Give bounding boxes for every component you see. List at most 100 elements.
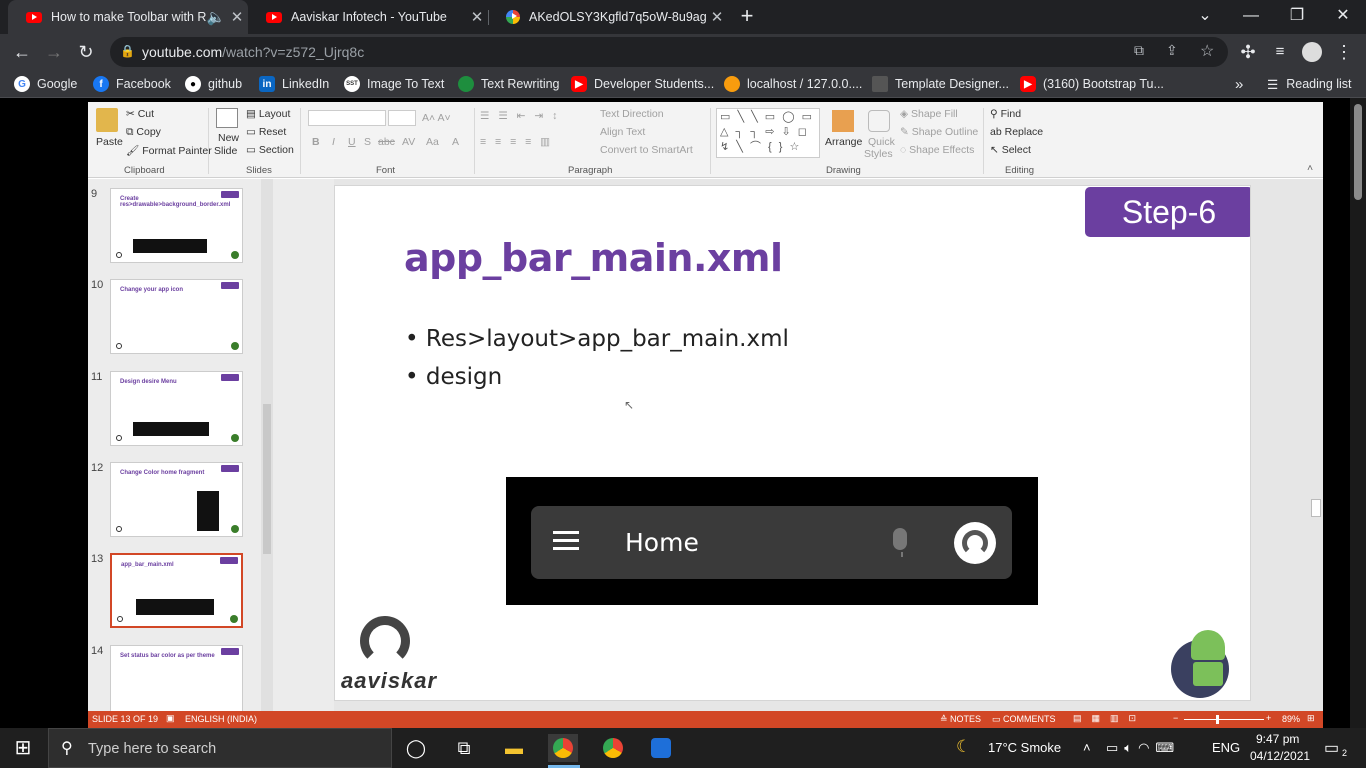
show-hidden-icons[interactable]: ˄ [1083,740,1091,755]
weather-icon[interactable]: ☾ [956,737,971,757]
open-in-app-icon[interactable]: ⧉ [1134,42,1144,59]
current-slide[interactable]: Step-6 app_bar_main.xml • Res>layout>app… [334,185,1251,701]
cut-button[interactable]: ✂ Cut [126,108,154,120]
url-text[interactable]: youtube.com/watch?v=z572_Ujrq8c [142,44,364,60]
media-control-icon[interactable]: ≡ [1266,38,1294,66]
new-slide-icon[interactable] [216,108,238,128]
font-color-icon[interactable]: A [452,136,459,148]
new-slide-label-1[interactable]: New [218,132,239,144]
slide-thumbnail-10[interactable]: Change your app icon [110,279,243,354]
grow-font-icon[interactable]: A˄ A˅ [422,112,451,124]
page-scroll-thumb[interactable] [1354,104,1362,200]
close-window-button[interactable]: ✕ [1320,0,1366,34]
system-tray-icons[interactable]: ▭🔈︎◠⌨ [1106,740,1180,756]
forward-button[interactable]: → [40,38,68,66]
arrange-icon[interactable] [832,110,854,132]
tab-search-icon[interactable]: ⌄ [1182,0,1228,34]
chrome-profile-icon[interactable] [598,734,628,762]
menu-icon[interactable]: ⋮ [1330,38,1358,66]
language-indicator[interactable]: ENGLISH (INDIA) [185,714,257,724]
speaker-icon[interactable]: 🔈 [206,8,226,26]
new-tab-button[interactable]: + [725,0,769,34]
change-case-icon[interactable]: Aa [426,136,439,148]
close-tab-icon[interactable]: ✕ [466,8,488,26]
bookmark-developer-students[interactable]: ▶ Developer Students... [571,76,714,92]
zoom-out-icon[interactable]: − [1173,713,1178,723]
align-text-button[interactable]: Align Text [600,126,645,138]
notes-button[interactable]: ≙ NOTES [940,714,981,725]
paste-icon[interactable] [96,108,118,132]
tab-photos[interactable]: AKedOLSY3Kgfld7q5oW-8u9agD ✕ [488,0,728,34]
collapse-ribbon-icon[interactable]: ˄ [1307,162,1313,174]
slide-thumbnail-11[interactable]: Design desire Menu [110,371,243,446]
quick-styles-icon[interactable] [868,110,890,132]
windows-start-icon[interactable]: ⊞ [8,734,38,762]
restore-button[interactable]: ❐ [1274,0,1320,34]
clock-date[interactable]: 04/12/2021 [1250,749,1310,763]
thumbnails-scroll-thumb[interactable] [263,404,271,554]
arrange-button[interactable]: Arrange [825,136,862,148]
comments-button[interactable]: ▭ COMMENTS [992,714,1056,725]
slide-thumbnail-9[interactable]: Create res>drawable>background_border.xm… [110,188,243,263]
quick-styles-label-1[interactable]: Quick [868,136,895,148]
minimize-button[interactable]: — [1228,0,1274,34]
page-scrollbar[interactable] [1350,98,1366,728]
bookmark-bootstrap[interactable]: ▶ (3160) Bootstrap Tu... [1020,76,1164,92]
quick-styles-label-2[interactable]: Styles [864,148,893,160]
bookmark-image-to-text[interactable]: SST Image To Text [344,76,444,92]
task-view-icon[interactable]: ⧉ [449,734,479,762]
slide-thumbnail-14[interactable]: Set status bar color as per theme [110,645,243,720]
slide-thumbnail-13[interactable]: app_bar_main.xml [110,553,243,628]
font-name-dropdown[interactable] [308,110,386,126]
new-slide-label-2[interactable]: Slide [214,145,237,157]
file-explorer-icon[interactable]: ▬ [499,734,529,762]
format-painter-button[interactable]: 🖌 Format Painter [126,144,212,157]
spellcheck-icon[interactable]: ▣ [166,713,175,724]
editor-scrollbar[interactable] [1309,179,1323,711]
bookmark-template-designer[interactable]: Template Designer... [872,76,1009,92]
reset-button[interactable]: ▭ Reset [246,126,286,138]
shapes-gallery[interactable]: ▭ ╲ ╲ ▭ ◯ ▭ △ ┐ ┐ ⇨ ⇩ ◻ ↯ ╲ ⌒ { } ☆ [716,108,820,158]
strikethrough-icon[interactable]: abc [378,136,395,148]
replace-button[interactable]: ab Replace [990,126,1043,138]
copy-button[interactable]: ⧉ Copy [126,126,161,139]
reload-button[interactable]: ↻ [72,38,100,66]
more-bookmarks-button[interactable]: » [1235,76,1243,93]
bold-icon[interactable]: B [312,136,320,148]
char-spacing-icon[interactable]: AV [402,136,415,148]
profile-avatar[interactable] [1298,38,1326,66]
convert-smartart-button[interactable]: Convert to SmartArt [600,144,693,156]
taskbar-search-box[interactable]: ⚲ Type here to search [48,728,392,768]
weather-text[interactable]: 17°C Smoke [988,740,1061,755]
font-size-dropdown[interactable] [388,110,416,126]
extensions-icon[interactable]: ✣ [1234,38,1262,66]
reading-list-button[interactable]: ☰ Reading list [1267,76,1352,92]
editor-scroll-thumb[interactable] [1311,499,1321,517]
paste-button[interactable]: Paste [96,136,123,148]
zoom-in-icon[interactable]: + [1266,713,1271,723]
slide-thumbnail-12[interactable]: Change Color home fragment [110,462,243,537]
view-buttons[interactable]: ▤▦▥⊡ [1073,713,1146,724]
cortana-icon[interactable]: ◯ [401,734,431,762]
zoom-slider-handle[interactable] [1216,715,1219,724]
close-tab-icon[interactable]: ✕ [226,8,248,26]
zoom-level[interactable]: 89% [1282,714,1300,724]
video-player[interactable]: Paste ✂ Cut ⧉ Copy 🖌 Format Painter Clip… [0,98,1350,728]
shadow-icon[interactable]: S [364,136,371,148]
find-button[interactable]: ⚲ Find [990,108,1021,120]
clock-time[interactable]: 9:47 pm [1256,732,1299,746]
shape-fill-button[interactable]: ◈ Shape Fill [900,108,958,120]
vscode-icon[interactable] [646,734,676,762]
bookmark-facebook[interactable]: f Facebook [93,76,171,92]
bookmark-text-rewriting[interactable]: Text Rewriting [458,76,560,92]
bookmark-linkedin[interactable]: in LinkedIn [259,76,329,92]
underline-icon[interactable]: U [348,136,356,148]
bullets-icon[interactable]: ☰ ☰ ⇤ ⇥ ↕ [480,110,560,122]
lock-icon[interactable]: 🔒 [120,44,135,58]
shape-effects-button[interactable]: ◌ Shape Effects [900,144,974,156]
tab-aaviskar[interactable]: Aaviskar Infotech - YouTube ✕ [248,0,488,34]
bookmark-github[interactable]: ● github [185,76,242,92]
language-indicator[interactable]: ENG [1212,740,1240,755]
bookmark-star-icon[interactable]: ☆ [1200,41,1214,61]
bookmark-google[interactable]: G Google [14,76,77,92]
